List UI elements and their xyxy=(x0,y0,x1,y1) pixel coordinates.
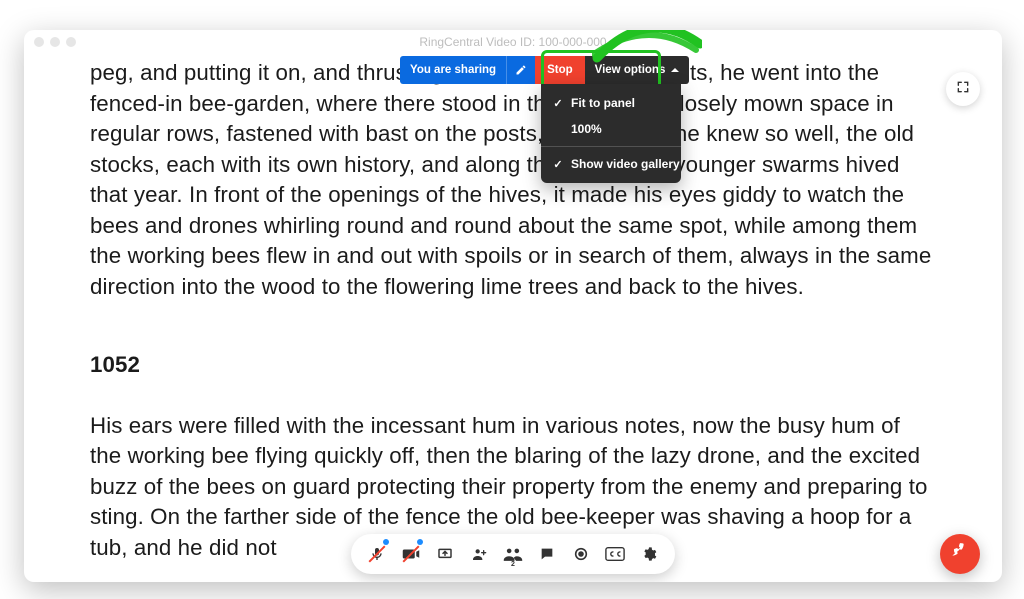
window-title: RingCentral Video ID: 100-000-000 xyxy=(419,35,606,49)
microphone-icon xyxy=(369,546,385,562)
menu-item-label: 100% xyxy=(571,122,602,136)
menu-item-label: Show video gallery xyxy=(571,157,680,171)
view-options-button[interactable]: View options xyxy=(585,56,690,84)
annotate-button[interactable] xyxy=(506,56,535,84)
settings-button[interactable] xyxy=(633,538,665,570)
check-icon: ✓ xyxy=(553,158,563,171)
traffic-close[interactable] xyxy=(34,37,44,47)
view-options-menu: ✓ Fit to panel 100% ✓ Show video gallery xyxy=(541,84,681,183)
invite-participant-button[interactable] xyxy=(463,538,495,570)
menu-item-fit-to-panel[interactable]: ✓ Fit to panel xyxy=(541,90,681,116)
pencil-icon xyxy=(515,64,527,76)
chevron-up-icon xyxy=(671,68,679,72)
view-options-label: View options xyxy=(595,64,666,76)
gear-icon xyxy=(641,546,657,562)
record-icon xyxy=(573,546,589,562)
page-number: 1052 xyxy=(90,350,936,381)
camera-icon xyxy=(402,547,420,561)
menu-item-100-percent[interactable]: 100% xyxy=(541,116,681,142)
notification-dot-icon xyxy=(417,539,423,545)
participants-button[interactable]: 2 xyxy=(497,538,529,570)
window-titlebar: RingCentral Video ID: 100-000-000 xyxy=(24,30,1002,54)
menu-item-show-gallery[interactable]: ✓ Show video gallery xyxy=(541,151,681,177)
people-icon xyxy=(503,547,523,561)
check-icon: ✓ xyxy=(553,97,563,110)
shared-screen-content: peg, and putting it on, and thrusting hi… xyxy=(90,58,936,582)
leave-meeting-button[interactable] xyxy=(940,534,980,574)
cc-icon xyxy=(605,547,625,561)
traffic-zoom[interactable] xyxy=(66,37,76,47)
participants-count: 2 xyxy=(511,561,515,568)
chat-button[interactable] xyxy=(531,538,563,570)
record-button[interactable] xyxy=(565,538,597,570)
closed-captions-button[interactable] xyxy=(599,538,631,570)
meeting-control-tray: 2 xyxy=(351,534,675,574)
share-screen-button[interactable] xyxy=(429,538,461,570)
expand-icon xyxy=(956,80,970,99)
sharing-toolbar: You are sharing Stop View options xyxy=(400,56,689,84)
menu-separator xyxy=(541,146,681,147)
fullscreen-button[interactable] xyxy=(946,72,980,106)
video-button[interactable] xyxy=(395,538,427,570)
window-controls[interactable] xyxy=(34,37,76,47)
chat-icon xyxy=(539,546,555,562)
app-window: RingCentral Video ID: 100-000-000 peg, a… xyxy=(24,30,1002,582)
mute-button[interactable] xyxy=(361,538,393,570)
hangup-icon xyxy=(950,542,970,567)
notification-dot-icon xyxy=(383,539,389,545)
body-paragraph-1: peg, and putting it on, and thrusting hi… xyxy=(90,58,936,302)
sharing-status: You are sharing xyxy=(400,56,506,84)
stop-share-button[interactable]: Stop xyxy=(535,56,585,84)
share-icon xyxy=(437,546,453,562)
add-person-icon xyxy=(470,546,488,562)
traffic-minimize[interactable] xyxy=(50,37,60,47)
menu-item-label: Fit to panel xyxy=(571,96,635,110)
sharing-status-label: You are sharing xyxy=(410,64,496,76)
stop-share-label: Stop xyxy=(547,64,573,76)
